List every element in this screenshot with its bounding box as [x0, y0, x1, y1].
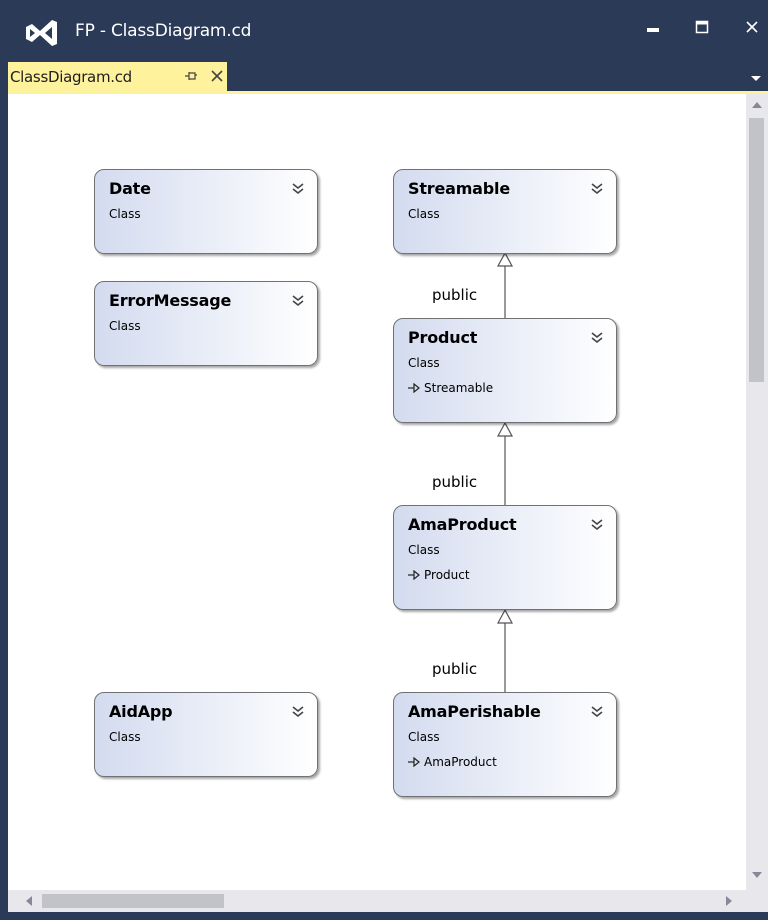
inheritance-arrowhead [496, 251, 514, 267]
close-icon [746, 21, 758, 33]
expand-chevron-icon[interactable] [590, 705, 604, 719]
connector-label: public [432, 286, 478, 304]
expand-chevron-icon[interactable] [291, 294, 305, 308]
connector-label: public [432, 473, 478, 491]
scroll-right-icon[interactable] [724, 895, 734, 907]
tab-classdiagram[interactable]: ClassDiagram.cd [8, 62, 227, 91]
maximize-button[interactable] [687, 12, 717, 42]
pin-icon[interactable] [184, 69, 198, 83]
visual-studio-logo-icon [26, 20, 57, 46]
base-class-name: AmaProduct [424, 755, 497, 769]
close-icon[interactable] [209, 68, 225, 84]
class-name: ErrorMessage [109, 291, 232, 310]
class-kind: Class [408, 543, 440, 557]
connector-label: public [432, 660, 478, 678]
class-shape-errormessage[interactable]: ErrorMessage Class [94, 281, 318, 366]
bottom-frame [0, 912, 768, 920]
expand-chevron-icon[interactable] [291, 182, 305, 196]
chevron-down-icon[interactable] [749, 71, 763, 85]
inheritance-arrow-icon [408, 383, 420, 393]
minimize-icon [647, 28, 659, 32]
scroll-down-icon[interactable] [751, 870, 763, 880]
tab-label: ClassDiagram.cd [10, 67, 132, 86]
base-class-name: Product [424, 568, 470, 582]
class-kind: Class [408, 730, 440, 744]
class-kind: Class [109, 319, 141, 333]
expand-chevron-icon[interactable] [291, 705, 305, 719]
expand-chevron-icon[interactable] [590, 331, 604, 345]
class-name: Date [109, 179, 151, 198]
class-shape-amaperishable[interactable]: AmaPerishable Class AmaProduct [393, 692, 617, 797]
class-shape-product[interactable]: Product Class Streamable [393, 318, 617, 423]
base-class-name: Streamable [424, 381, 494, 395]
left-frame [0, 91, 8, 920]
inheritance-arrow-icon [408, 570, 420, 580]
class-name: Streamable [408, 179, 510, 198]
vertical-scroll-thumb[interactable] [749, 118, 764, 382]
class-name: AmaProduct [408, 515, 517, 534]
vertical-scrollbar[interactable] [746, 94, 768, 890]
class-name: AmaPerishable [408, 702, 541, 721]
class-shape-amaproduct[interactable]: AmaProduct Class Product [393, 505, 617, 610]
class-diagram-canvas[interactable]: public public public Date Class ErrorMes… [8, 94, 746, 890]
base-class-row: Streamable [408, 381, 493, 395]
expand-chevron-icon[interactable] [590, 182, 604, 196]
inheritance-arrowhead [496, 608, 514, 624]
horizontal-scrollbar[interactable] [8, 890, 746, 912]
minimize-button[interactable] [638, 12, 668, 42]
class-kind: Class [109, 730, 141, 744]
expand-chevron-icon[interactable] [590, 518, 604, 532]
class-kind: Class [408, 356, 440, 370]
scroll-left-icon[interactable] [24, 895, 34, 907]
inheritance-arrowhead [496, 421, 514, 437]
inheritance-arrow-icon [408, 757, 420, 767]
class-shape-aidapp[interactable]: AidApp Class [94, 692, 318, 777]
maximize-icon [695, 20, 709, 34]
class-kind: Class [109, 207, 141, 221]
class-shape-date[interactable]: Date Class [94, 169, 318, 254]
class-name: AidApp [109, 702, 173, 721]
base-class-row: AmaProduct [408, 755, 497, 769]
class-name: Product [408, 328, 478, 347]
class-shape-streamable[interactable]: Streamable Class [393, 169, 617, 254]
window-title: FP - ClassDiagram.cd [75, 21, 252, 41]
class-kind: Class [408, 207, 440, 221]
scroll-up-icon[interactable] [751, 100, 763, 110]
close-window-button[interactable] [737, 12, 767, 42]
scrollbar-corner [746, 890, 768, 912]
horizontal-scroll-thumb[interactable] [42, 894, 224, 908]
base-class-row: Product [408, 568, 470, 582]
title-bar: FP - ClassDiagram.cd [0, 0, 768, 62]
document-tab-strip: ClassDiagram.cd [0, 62, 768, 91]
